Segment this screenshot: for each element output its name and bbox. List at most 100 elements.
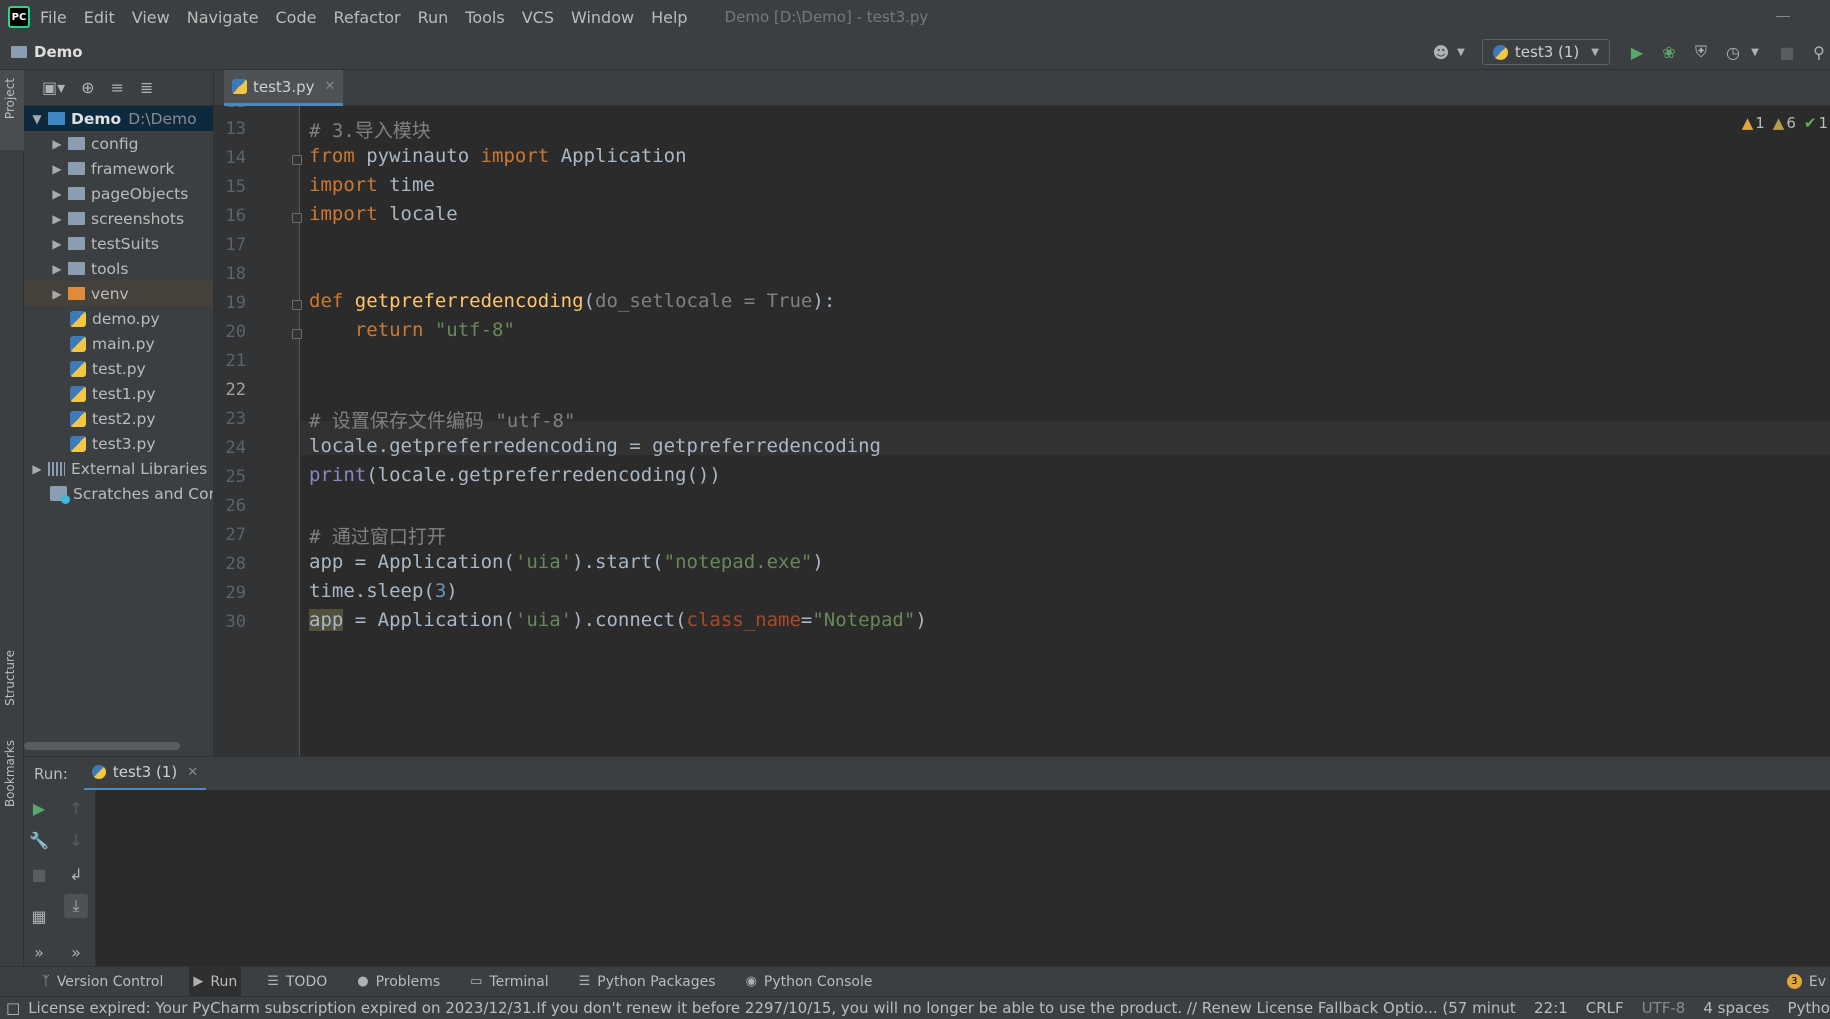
chevron-right-icon[interactable]: ▶ bbox=[50, 137, 64, 151]
bookmarks-tool-label[interactable]: Bookmarks bbox=[3, 740, 17, 807]
tree-folder-testsuits[interactable]: ▶ testSuits bbox=[24, 231, 213, 256]
more-icon[interactable]: » bbox=[27, 940, 51, 964]
layout-icon[interactable]: ▦ bbox=[27, 904, 51, 928]
tool-event-log[interactable]: 3 Ev bbox=[1783, 967, 1830, 997]
search-everywhere-icon[interactable]: ⚲ bbox=[1808, 41, 1830, 63]
run-console[interactable]: ▶ ↑ 🔧 ↓ ■ ↲ ⤓ ▦ » » bbox=[24, 790, 1830, 966]
scroll-to-end-icon[interactable]: ⤓ bbox=[64, 894, 88, 918]
menu-navigate[interactable]: Navigate bbox=[187, 8, 259, 27]
code-token: locale bbox=[377, 203, 458, 225]
tool-problems[interactable]: ● Problems bbox=[353, 967, 444, 997]
chevron-right-icon[interactable]: ▶ bbox=[50, 262, 64, 276]
run-tab-test3[interactable]: test3 (1) ✕ bbox=[83, 757, 207, 791]
chevron-right-icon[interactable]: ▶ bbox=[50, 162, 64, 176]
menu-code[interactable]: Code bbox=[276, 8, 317, 27]
stop-icon[interactable]: ■ bbox=[1776, 41, 1798, 63]
project-view-dropdown-icon[interactable]: ▣▾ bbox=[42, 78, 65, 97]
code-editor[interactable]: 12 13 14 15 16 17 18 19 20 21 22 23 24 2… bbox=[214, 106, 1830, 756]
collapse-all-icon[interactable]: ≣ bbox=[140, 78, 153, 97]
inspection-widget[interactable]: ▲ 1 ▲ 6 ✔ 1 bbox=[1734, 114, 1828, 132]
tree-file-test2[interactable]: test2.py bbox=[24, 406, 213, 431]
locate-icon[interactable]: ⊕ bbox=[81, 78, 94, 97]
tree-root[interactable]: ▼ Demo D:\Demo bbox=[24, 106, 213, 131]
file-encoding[interactable]: UTF-8 bbox=[1642, 999, 1686, 1017]
line-separator[interactable]: CRLF bbox=[1586, 999, 1624, 1017]
tree-folder-pageobjects[interactable]: ▶ pageObjects bbox=[24, 181, 213, 206]
soft-wrap-icon[interactable]: ↲ bbox=[64, 862, 88, 886]
wrench-icon[interactable]: 🔧 bbox=[27, 828, 51, 852]
tool-python-packages[interactable]: ☰ Python Packages bbox=[575, 967, 720, 997]
close-icon[interactable]: ✕ bbox=[187, 765, 198, 780]
more-icon[interactable]: » bbox=[64, 940, 88, 964]
fold-marker-icon[interactable] bbox=[292, 213, 302, 223]
close-icon[interactable]: ✕ bbox=[325, 79, 336, 94]
run-config-selector[interactable]: test3 (1) ▼ bbox=[1481, 39, 1610, 65]
tree-folder-framework[interactable]: ▶ framework bbox=[24, 156, 213, 181]
menu-file[interactable]: File bbox=[40, 8, 67, 27]
tree-file-test1[interactable]: test1.py bbox=[24, 381, 213, 406]
tab-test3[interactable]: test3.py ✕ bbox=[224, 70, 344, 106]
menu-window[interactable]: Window bbox=[571, 8, 634, 27]
profile-icon[interactable]: ◷ bbox=[1722, 41, 1744, 63]
tool-terminal[interactable]: ▭ Terminal bbox=[466, 967, 552, 997]
layers-icon: ☰ bbox=[578, 974, 591, 989]
menu-tools[interactable]: Tools bbox=[465, 8, 504, 27]
folder-icon bbox=[68, 212, 85, 225]
run-toolbar: ▶ ↑ 🔧 ↓ ■ ↲ ⤓ ▦ » » bbox=[24, 790, 96, 966]
layout-toggle-icon[interactable]: □ bbox=[6, 999, 20, 1017]
up-arrow-icon[interactable]: ↑ bbox=[64, 796, 88, 820]
stop-icon[interactable]: ■ bbox=[27, 862, 51, 886]
tree-folder-tools[interactable]: ▶ tools bbox=[24, 256, 213, 281]
user-icon[interactable]: ☻ bbox=[1430, 41, 1452, 63]
coverage-icon[interactable]: ⛨ bbox=[1690, 41, 1712, 63]
chevron-right-icon[interactable]: ▶ bbox=[30, 462, 44, 476]
caret-position[interactable]: 22:1 bbox=[1534, 999, 1568, 1017]
chevron-right-icon[interactable]: ▶ bbox=[50, 212, 64, 226]
chevron-right-icon[interactable]: ▶ bbox=[50, 287, 64, 301]
tool-label: Python Packages bbox=[597, 973, 716, 990]
tree-folder-venv[interactable]: ▶ venv bbox=[24, 281, 213, 306]
python-file-icon bbox=[232, 79, 247, 94]
python-interpreter[interactable]: Pytho bbox=[1788, 999, 1830, 1017]
menu-vcs[interactable]: VCS bbox=[522, 8, 554, 27]
indent-setting[interactable]: 4 spaces bbox=[1703, 999, 1769, 1017]
project-tool-tab[interactable]: Project bbox=[0, 70, 24, 150]
rerun-icon[interactable]: ▶ bbox=[27, 796, 51, 820]
chevron-right-icon[interactable]: ▶ bbox=[50, 187, 64, 201]
down-arrow-icon[interactable]: ↓ bbox=[64, 828, 88, 852]
breadcrumb-project[interactable]: Demo bbox=[34, 43, 83, 61]
tool-python-console[interactable]: ◉ Python Console bbox=[742, 967, 877, 997]
menu-edit[interactable]: Edit bbox=[84, 8, 115, 27]
chevron-right-icon[interactable]: ▶ bbox=[50, 237, 64, 251]
debug-icon[interactable]: ❀ bbox=[1658, 41, 1680, 63]
tree-external-libraries[interactable]: ▶ External Libraries bbox=[24, 456, 213, 481]
chevron-down-icon[interactable]: ▼ bbox=[1450, 41, 1472, 63]
chevron-down-icon[interactable]: ▼ bbox=[30, 112, 44, 126]
expand-all-icon[interactable]: ≡ bbox=[111, 78, 124, 97]
minimize-icon[interactable] bbox=[1776, 16, 1790, 17]
tool-version-control[interactable]: ᛉ Version Control bbox=[38, 967, 167, 997]
chevron-down-icon[interactable]: ▼ bbox=[1744, 41, 1766, 63]
tree-file-test3[interactable]: test3.py bbox=[24, 431, 213, 456]
tree-file-test[interactable]: test.py bbox=[24, 356, 213, 381]
tree-folder-label: pageObjects bbox=[91, 184, 189, 203]
fold-marker-icon[interactable] bbox=[292, 155, 302, 165]
structure-tool-label[interactable]: Structure bbox=[3, 650, 17, 706]
tree-folder-screenshots[interactable]: ▶ screenshots bbox=[24, 206, 213, 231]
tree-folder-config[interactable]: ▶ config bbox=[24, 131, 213, 156]
line-gutter[interactable]: 12 13 14 15 16 17 18 19 20 21 22 23 24 2… bbox=[214, 106, 302, 756]
fold-marker-icon[interactable] bbox=[292, 329, 302, 339]
menu-view[interactable]: View bbox=[132, 8, 170, 27]
status-message[interactable]: License expired: Your PyCharm subscripti… bbox=[28, 999, 1516, 1017]
menu-help[interactable]: Help bbox=[651, 8, 687, 27]
tree-scratches[interactable]: Scratches and Con bbox=[24, 481, 213, 506]
horizontal-scrollbar[interactable] bbox=[24, 742, 180, 750]
menu-refactor[interactable]: Refactor bbox=[333, 8, 400, 27]
fold-marker-icon[interactable] bbox=[292, 300, 302, 310]
run-icon[interactable]: ▶ bbox=[1626, 41, 1648, 63]
tree-file-demo[interactable]: demo.py bbox=[24, 306, 213, 331]
tool-todo[interactable]: ☰ TODO bbox=[263, 967, 331, 997]
menu-run[interactable]: Run bbox=[418, 8, 449, 27]
tool-run[interactable]: ▶ Run bbox=[189, 966, 242, 997]
tree-file-main[interactable]: main.py bbox=[24, 331, 213, 356]
